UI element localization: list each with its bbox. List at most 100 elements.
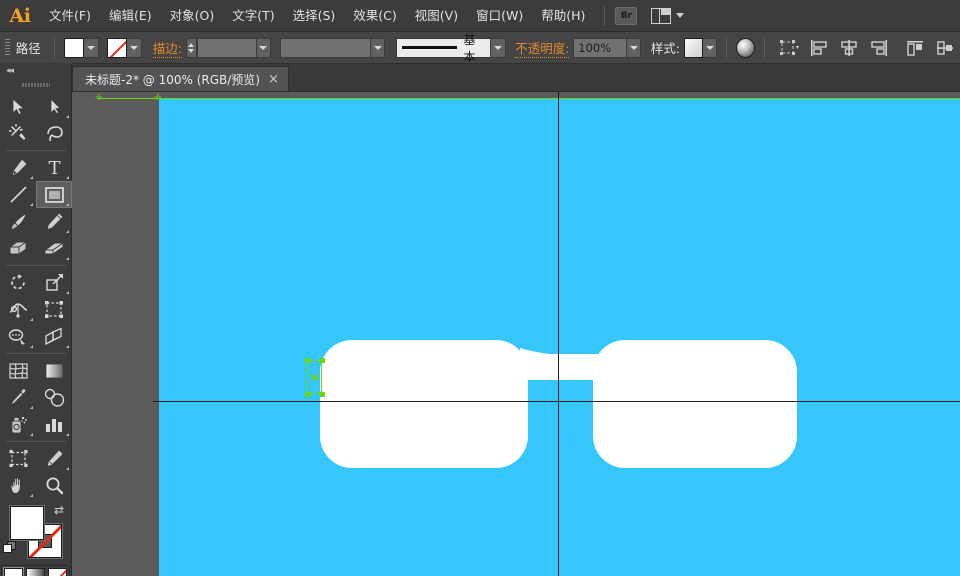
tool-lasso[interactable] — [36, 120, 72, 147]
stroke-profile-input[interactable] — [280, 38, 371, 58]
chevron-down-icon — [630, 46, 638, 50]
tool-width[interactable] — [0, 296, 36, 323]
collapse-panel-button[interactable]: ◂◂ — [0, 64, 71, 78]
artwork-sunglasses[interactable] — [72, 92, 960, 576]
tool-type[interactable]: T — [36, 154, 72, 181]
fill-swatch[interactable] — [64, 38, 84, 58]
stroke-color-control[interactable] — [107, 38, 142, 58]
smart-guide-horizontal — [97, 98, 960, 99]
default-fill-stroke-icon[interactable] — [3, 541, 17, 555]
tool-mesh[interactable] — [0, 357, 36, 384]
stroke-weight-label[interactable]: 描边: — [153, 38, 182, 58]
guide-vertical — [558, 92, 559, 576]
tool-shape-builder[interactable] — [0, 323, 36, 350]
arrange-documents-button[interactable] — [651, 8, 684, 24]
fill-dropdown-button[interactable] — [84, 38, 99, 58]
control-divider-2 — [726, 37, 727, 59]
tool-magic-wand[interactable] — [0, 120, 36, 147]
tool-scale[interactable] — [36, 269, 72, 296]
control-divider-3 — [764, 37, 765, 59]
tool-rotate[interactable] — [0, 269, 36, 296]
menu-bar: Ai 文件(F) 编辑(E) 对象(O) 文字(T) 选择(S) 效果(C) 视… — [0, 0, 960, 32]
transform-icon[interactable] — [779, 39, 799, 57]
tool-artboard[interactable] — [0, 445, 36, 472]
fill-color-swatch[interactable] — [10, 506, 44, 540]
stroke-swatch-none[interactable] — [107, 38, 127, 58]
tool-line-segment[interactable] — [0, 181, 36, 208]
default-fill-square — [3, 544, 12, 553]
close-icon[interactable]: × — [268, 73, 279, 86]
illustrator-window: Ai 文件(F) 编辑(E) 对象(O) 文字(T) 选择(S) 效果(C) 视… — [0, 0, 960, 576]
opacity-dropdown[interactable] — [627, 38, 641, 58]
menu-edit[interactable]: 编辑(E) — [100, 0, 161, 32]
tool-slice[interactable] — [36, 445, 72, 472]
menu-type[interactable]: 文字(T) — [223, 0, 283, 32]
document-canvas-area[interactable]: ✛ ✛ — [72, 92, 960, 576]
tool-paintbrush[interactable] — [0, 208, 36, 235]
fill-color-control[interactable] — [64, 38, 99, 58]
appearance-icon[interactable] — [736, 38, 755, 58]
graphic-style-swatch[interactable] — [684, 38, 703, 58]
tool-rectangle[interactable] — [36, 181, 72, 208]
color-mode-gradient-button[interactable] — [26, 568, 45, 576]
tool-free-transform[interactable] — [36, 296, 72, 323]
menu-window[interactable]: 窗口(W) — [467, 0, 532, 32]
selection-handle-tr[interactable] — [320, 358, 325, 363]
bridge-icon[interactable]: Br — [615, 7, 637, 25]
selection-handle-tl[interactable] — [305, 358, 310, 363]
stroke-weight-input[interactable] — [197, 38, 256, 58]
graphic-style-dropdown[interactable] — [703, 38, 717, 58]
selection-handle-br[interactable] — [320, 392, 325, 397]
tool-column-graph[interactable] — [36, 411, 72, 438]
tool-flyout-indicator — [66, 203, 69, 206]
menu-file[interactable]: 文件(F) — [40, 0, 100, 32]
tool-direct-selection[interactable] — [36, 93, 72, 120]
tool-blob-brush[interactable] — [0, 235, 36, 262]
control-bar-grip[interactable] — [5, 39, 10, 57]
tool-hand[interactable] — [0, 472, 36, 499]
tool-blend[interactable] — [36, 384, 72, 411]
menu-help[interactable]: 帮助(H) — [532, 0, 594, 32]
menu-select[interactable]: 选择(S) — [284, 0, 345, 32]
stroke-profile-dropdown[interactable] — [371, 38, 385, 58]
control-divider-1 — [54, 37, 55, 59]
tool-eyedropper[interactable] — [0, 384, 36, 411]
opacity-input[interactable]: 100% — [573, 38, 627, 58]
tool-perspective-grid[interactable] — [36, 323, 72, 350]
tools-panel-grip[interactable] — [22, 79, 50, 90]
brush-definition-dropdown[interactable] — [491, 38, 505, 58]
tool-gradient[interactable] — [36, 357, 72, 384]
tool-flyout-indicator — [66, 230, 69, 233]
brush-definition-field[interactable]: 基本 — [396, 38, 492, 58]
align-top-icon[interactable] — [905, 39, 925, 57]
align-center-horizontal-icon[interactable] — [839, 39, 859, 57]
color-mode-color-button[interactable] — [4, 568, 23, 576]
menu-view[interactable]: 视图(V) — [406, 0, 467, 32]
stroke-weight-dropdown[interactable] — [257, 38, 271, 58]
stepper-up-icon[interactable] — [188, 43, 194, 47]
color-mode-none-button[interactable] — [48, 568, 67, 576]
opacity-label[interactable]: 不透明度: — [515, 38, 569, 58]
align-left-icon[interactable] — [809, 39, 829, 57]
tool-symbol-sprayer[interactable] — [0, 411, 36, 438]
tool-pencil[interactable] — [36, 208, 72, 235]
document-tab[interactable]: 未标题-2* @ 100% (RGB/预览) × — [72, 66, 289, 91]
document-tab-bar: 未标题-2* @ 100% (RGB/预览) × — [0, 64, 960, 92]
menu-effect[interactable]: 效果(C) — [344, 0, 405, 32]
stepper-down-icon[interactable] — [188, 49, 194, 53]
tool-zoom[interactable] — [36, 472, 72, 499]
tool-eraser[interactable] — [36, 235, 72, 262]
tool-selection[interactable] — [0, 93, 36, 120]
align-right-icon[interactable] — [869, 39, 889, 57]
tools-divider-2 — [6, 265, 66, 266]
tool-pen[interactable] — [0, 154, 36, 181]
align-center-vertical-icon[interactable] — [935, 39, 955, 57]
selection-handle-bl[interactable] — [305, 392, 310, 397]
stroke-weight-stepper[interactable] — [186, 38, 198, 58]
stroke-dropdown-button[interactable] — [127, 38, 142, 58]
chevron-down-icon — [374, 46, 382, 50]
menu-object[interactable]: 对象(O) — [161, 0, 224, 32]
selection-center-point — [312, 375, 317, 380]
swap-fill-stroke-icon[interactable]: ⇄ — [54, 504, 67, 517]
tool-flyout-indicator — [30, 176, 33, 179]
